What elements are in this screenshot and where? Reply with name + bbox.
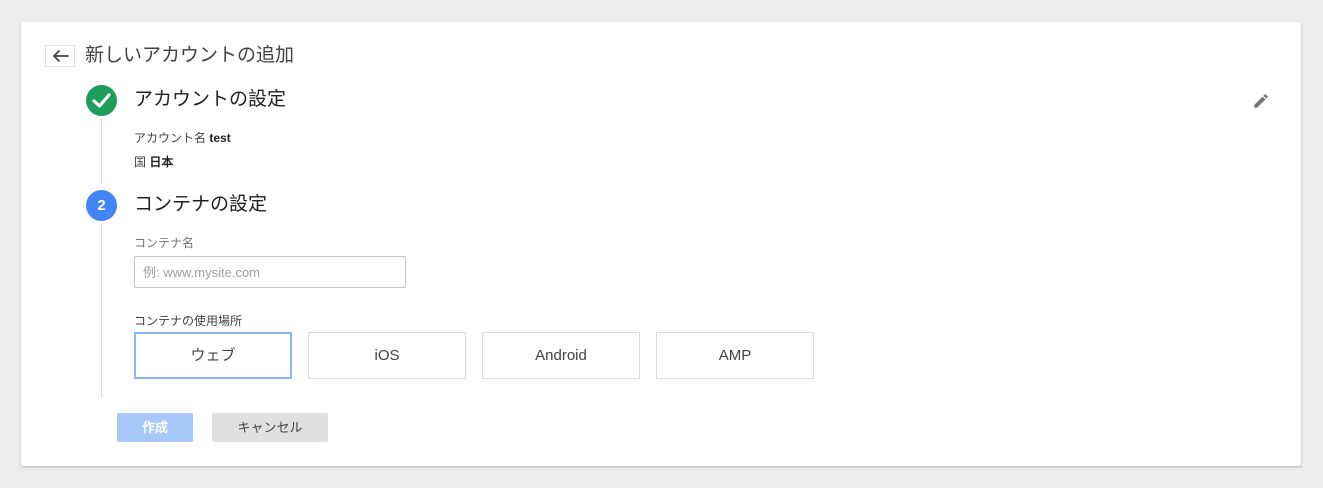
step-2-title: コンテナの設定 bbox=[134, 194, 268, 215]
container-usage-label: コンテナの使用場所 bbox=[134, 314, 243, 328]
platform-ios-button[interactable]: iOS bbox=[308, 332, 466, 379]
pencil-icon[interactable] bbox=[1252, 92, 1270, 110]
step-2-number-indicator: 2 bbox=[86, 190, 117, 221]
platform-android-button[interactable]: Android bbox=[482, 332, 640, 379]
back-button[interactable] bbox=[45, 45, 75, 67]
new-account-card: 新しいアカウントの追加 アカウントの設定 アカウント名 test 国 日本 2 … bbox=[21, 22, 1301, 466]
container-name-input[interactable] bbox=[134, 256, 406, 288]
arrow-back-icon bbox=[53, 50, 69, 62]
account-name-value: test bbox=[209, 131, 231, 145]
account-name-summary: アカウント名 test bbox=[134, 130, 231, 146]
country-summary: 国 日本 bbox=[134, 154, 173, 170]
platform-amp-button[interactable]: AMP bbox=[656, 332, 814, 379]
timeline-connector-1 bbox=[101, 118, 102, 184]
account-name-label: アカウント名 bbox=[134, 131, 207, 145]
step-1-title: アカウントの設定 bbox=[134, 89, 287, 110]
check-icon bbox=[92, 93, 111, 108]
cancel-button[interactable]: キャンセル bbox=[212, 413, 328, 442]
page-title: 新しいアカウントの追加 bbox=[85, 45, 295, 66]
container-name-label: コンテナ名 bbox=[134, 236, 195, 250]
timeline-connector-2 bbox=[101, 223, 102, 398]
step-1-done-indicator bbox=[86, 85, 117, 116]
platform-web-button[interactable]: ウェブ bbox=[134, 332, 292, 379]
country-label: 国 bbox=[134, 155, 147, 169]
create-button[interactable]: 作成 bbox=[117, 413, 193, 442]
country-value: 日本 bbox=[149, 155, 174, 169]
